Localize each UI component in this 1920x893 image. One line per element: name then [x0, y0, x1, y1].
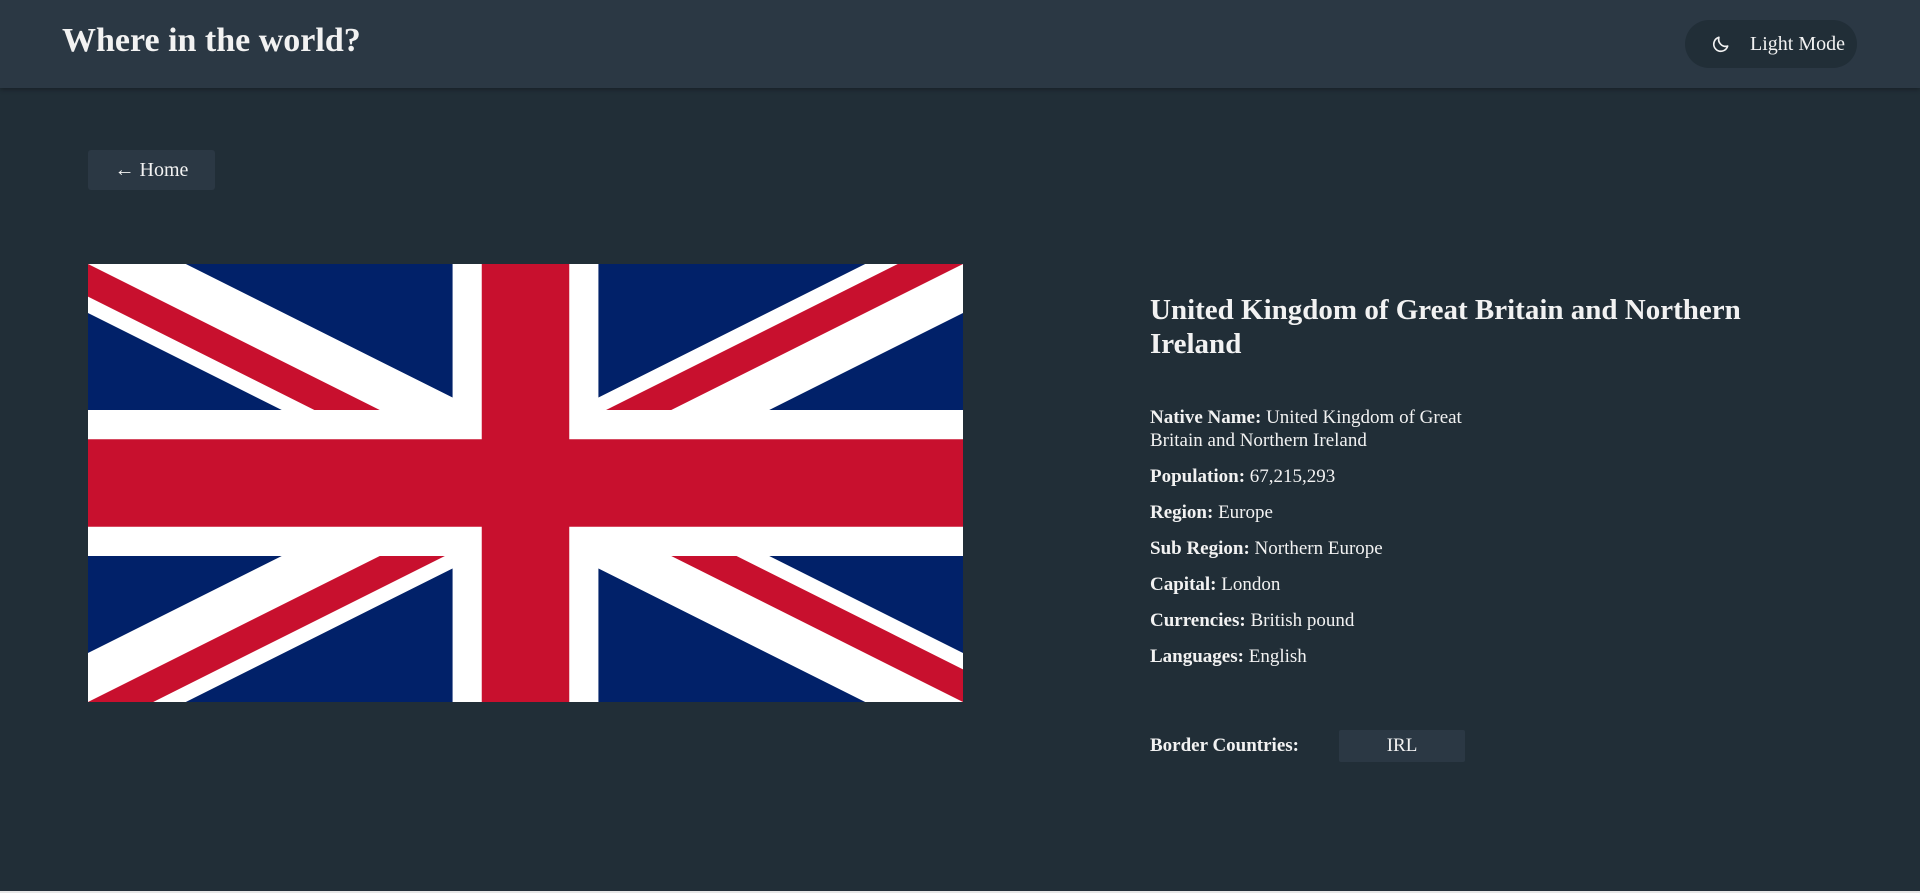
detail-currencies: Currencies: British pound	[1150, 609, 1490, 632]
theme-toggle-button[interactable]: Light Mode	[1685, 20, 1857, 68]
detail-label: Currencies:	[1150, 610, 1246, 631]
detail-population: Population: 67,215,293	[1150, 465, 1490, 488]
moon-icon	[1712, 36, 1729, 53]
border-countries-label: Border Countries:	[1150, 735, 1299, 756]
detail-native-name: Native Name: United Kingdom of Great Bri…	[1150, 406, 1490, 452]
country-flag	[88, 264, 963, 702]
detail-label: Population:	[1150, 466, 1246, 487]
detail-value: London	[1221, 574, 1281, 595]
detail-label: Capital:	[1150, 574, 1217, 595]
detail-value: Northern Europe	[1254, 538, 1383, 559]
app-header: Where in the world? Light Mode	[0, 0, 1920, 88]
app-title: Where in the world?	[62, 22, 361, 59]
country-name: United Kingdom of Great Britain and Nort…	[1150, 294, 1741, 360]
border-country-chip[interactable]: IRL	[1339, 730, 1465, 762]
theme-toggle-label: Light Mode	[1750, 33, 1845, 55]
country-details: Native Name: United Kingdom of Great Bri…	[1150, 406, 1490, 681]
detail-value: English	[1248, 646, 1307, 667]
detail-value: British pound	[1250, 610, 1355, 631]
detail-region: Region: Europe	[1150, 501, 1490, 524]
detail-capital: Capital: London	[1150, 573, 1490, 596]
home-back-button[interactable]: ← Home	[88, 150, 215, 190]
detail-languages: Languages: English	[1150, 645, 1490, 668]
detail-label: Sub Region:	[1150, 538, 1250, 559]
detail-sub-region: Sub Region: Northern Europe	[1150, 537, 1490, 560]
detail-label: Languages:	[1150, 646, 1244, 667]
detail-value: Europe	[1218, 502, 1273, 523]
detail-value: 67,215,293	[1249, 466, 1336, 487]
detail-label: Native Name:	[1150, 407, 1262, 428]
detail-label: Region:	[1150, 502, 1214, 523]
